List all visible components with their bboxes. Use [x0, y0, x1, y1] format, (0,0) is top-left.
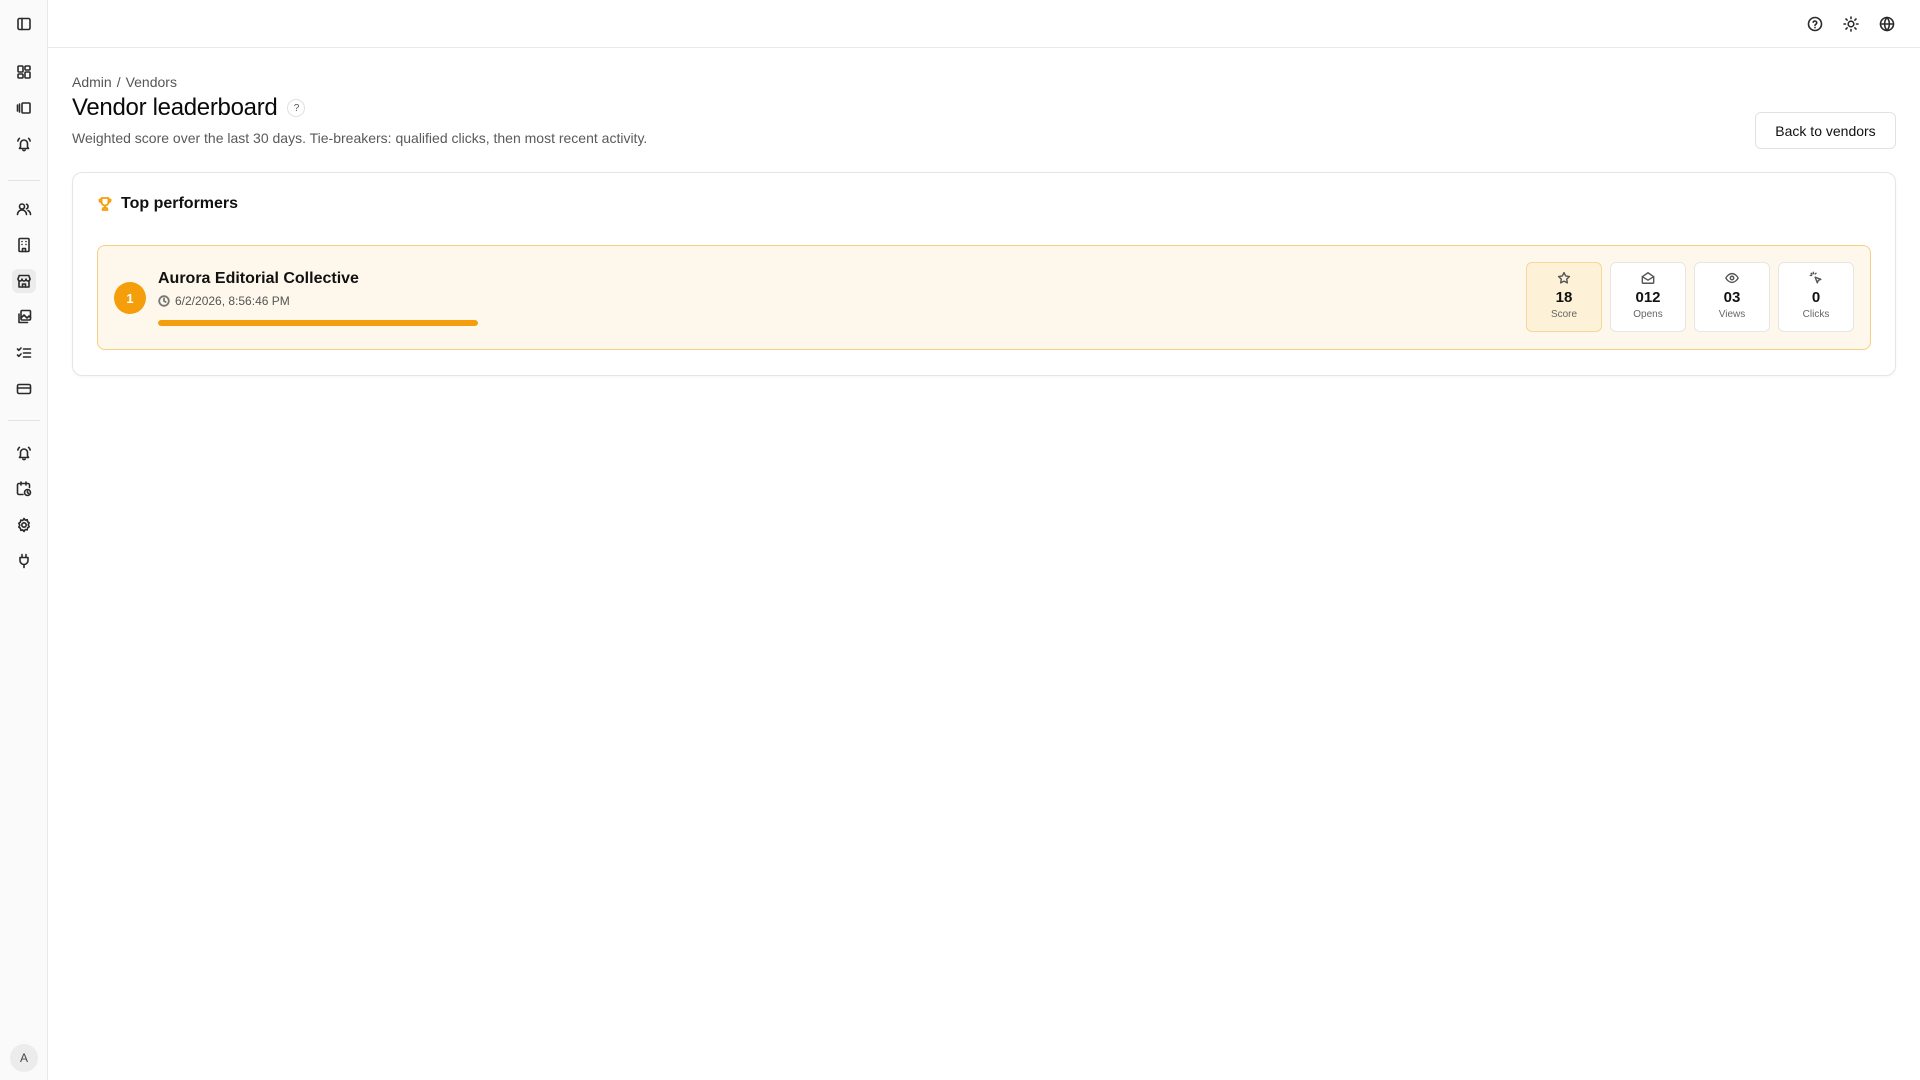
- stat-clicks: 0 Clicks: [1778, 262, 1854, 332]
- stat-label: Score: [1550, 309, 1578, 320]
- topbar: [48, 0, 1920, 48]
- page-subtitle: Weighted score over the last 30 days. Ti…: [72, 130, 648, 146]
- credit-card-icon[interactable]: [12, 377, 36, 401]
- leaderboard-row[interactable]: 1 Aurora Editorial Collective 6/2/2026, …: [97, 245, 1871, 350]
- bell-ring-icon[interactable]: [12, 441, 36, 465]
- store-icon[interactable]: [12, 269, 36, 293]
- images-icon[interactable]: [12, 305, 36, 329]
- breadcrumb-current[interactable]: Vendors: [126, 74, 177, 90]
- dashboard-icon[interactable]: [12, 60, 36, 84]
- card-title: Top performers: [121, 195, 239, 212]
- globe-icon[interactable]: [1875, 12, 1899, 36]
- stat-opens: 012 Opens: [1610, 262, 1686, 332]
- sidebar-toggle-icon[interactable]: [12, 12, 36, 36]
- sun-icon[interactable]: [1839, 12, 1863, 36]
- stat-label: Opens: [1633, 309, 1663, 320]
- bell-ring-icon[interactable]: [12, 132, 36, 156]
- breadcrumb: Admin / Vendors: [72, 74, 177, 90]
- back-to-vendors-button[interactable]: Back to vendors: [1755, 112, 1896, 149]
- timestamp-text: 6/2/2026, 8:56:46 PM: [175, 294, 290, 308]
- score-progress-bar: [158, 320, 478, 326]
- stats-group: 18 Score 012 Opens 03 Views 0 Clicks: [1526, 262, 1854, 332]
- help-chip[interactable]: ?: [287, 99, 306, 117]
- stat-label: Views: [1718, 309, 1746, 320]
- breadcrumb-root[interactable]: Admin: [72, 74, 112, 90]
- sidebar-divider: [8, 180, 40, 181]
- vendor-name[interactable]: Aurora Editorial Collective: [158, 270, 359, 288]
- leaderboard-card: Top performers 1 Aurora Editorial Collec…: [72, 172, 1896, 376]
- page-title: Vendor leaderboard ?: [72, 94, 306, 122]
- checklist-icon[interactable]: [12, 341, 36, 365]
- stat-value: 18: [1555, 289, 1573, 306]
- sidebar-divider: [8, 420, 40, 421]
- gear-icon[interactable]: [12, 513, 36, 537]
- avatar[interactable]: A: [10, 1044, 38, 1072]
- pointer-click-icon: [1809, 271, 1822, 284]
- rank-badge: 1: [114, 282, 146, 314]
- stat-label: Clicks: [1802, 309, 1830, 320]
- stat-value: 03: [1723, 289, 1741, 306]
- card-header: Top performers: [97, 195, 238, 213]
- star-icon: [1557, 271, 1571, 284]
- calendar-clock-icon[interactable]: [12, 477, 36, 501]
- vendor-timestamp: 6/2/2026, 8:56:46 PM: [158, 294, 290, 308]
- stat-views: 03 Views: [1694, 262, 1770, 332]
- stat-score: 18 Score: [1526, 262, 1602, 332]
- users-icon[interactable]: [12, 197, 36, 221]
- breadcrumb-separator: /: [116, 74, 121, 90]
- score-progress-fill: [158, 320, 478, 326]
- building-icon[interactable]: [12, 233, 36, 257]
- help-circle-icon[interactable]: [1803, 12, 1827, 36]
- sidebar: A: [0, 0, 48, 1080]
- trophy-icon: [98, 197, 112, 211]
- plug-icon[interactable]: [12, 549, 36, 573]
- clock-icon: [158, 295, 170, 307]
- page-title-text: Vendor leaderboard: [72, 94, 278, 121]
- eye-icon: [1725, 272, 1739, 284]
- stat-value: 012: [1635, 289, 1661, 306]
- gallery-icon[interactable]: [12, 96, 36, 120]
- mail-open-icon: [1641, 272, 1655, 284]
- stat-value: 0: [1811, 289, 1821, 306]
